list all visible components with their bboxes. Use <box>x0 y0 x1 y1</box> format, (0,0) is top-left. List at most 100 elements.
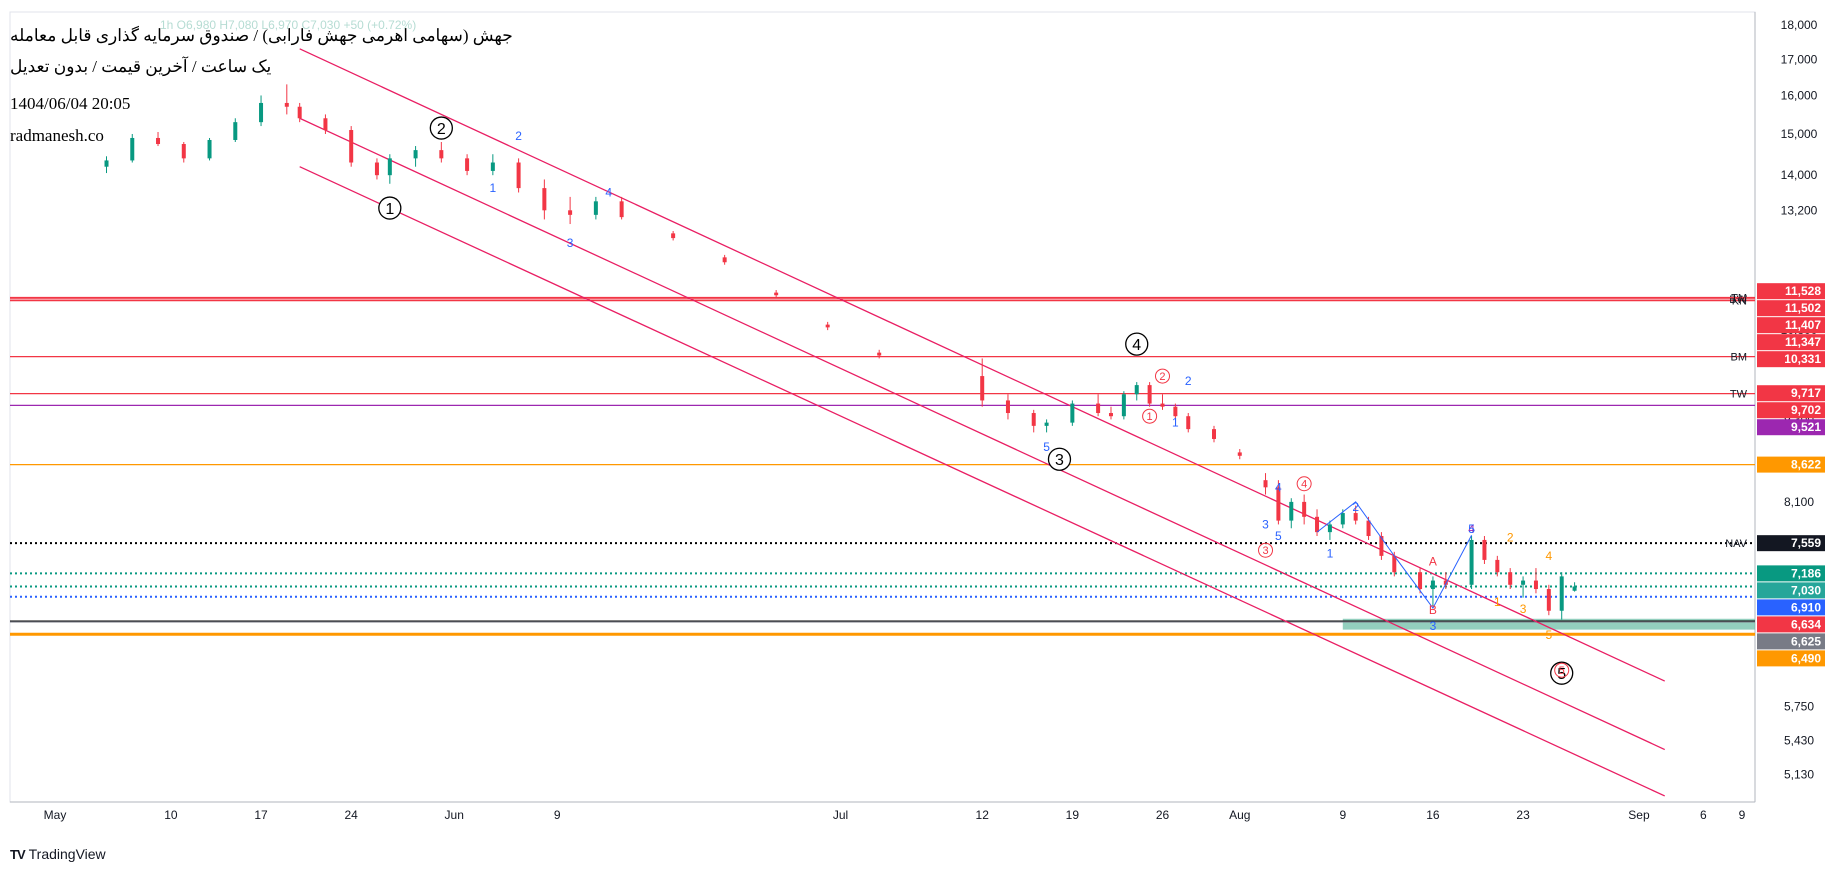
wave-label-27: 1 <box>1494 595 1501 609</box>
candle-body-8 <box>297 106 302 119</box>
candle-body-32 <box>1096 403 1101 414</box>
candle-body-42 <box>1263 480 1268 488</box>
price-tag-5: 9,717 <box>1791 386 1821 400</box>
candle-body-16 <box>490 162 495 171</box>
candle-body-36 <box>1147 385 1152 404</box>
wave-label-25: A <box>1429 555 1437 569</box>
channel-line-2 <box>299 117 1666 751</box>
candle-body-18 <box>542 188 547 211</box>
y-tick-label-0: 18,000 <box>1781 18 1818 32</box>
wave-label-29: 3 <box>1520 602 1527 616</box>
candle-body-61 <box>1533 580 1538 590</box>
candle-body-0 <box>104 160 109 167</box>
y-tick-label-1: 17,000 <box>1781 52 1818 66</box>
price-tag-13: 6,634 <box>1791 617 1821 631</box>
candle-body-58 <box>1495 559 1500 573</box>
price-tag-4: 10,331 <box>1784 352 1821 366</box>
candle-body-4 <box>207 139 212 159</box>
y-tick-label-8: 8,100 <box>1784 495 1814 509</box>
x-tick-label-11: 9 <box>1339 808 1346 822</box>
x-tick-label-2: 17 <box>254 808 268 822</box>
candle-body-59 <box>1508 572 1513 585</box>
price-tag-6: 9,702 <box>1791 403 1821 417</box>
candle-body-25 <box>825 324 830 328</box>
price-tag-8: 8,622 <box>1791 458 1821 472</box>
wave-label-3: 4 <box>1132 337 1141 354</box>
wave-label-24: 5 <box>1468 522 1475 536</box>
wave-label-31: 5 <box>1545 628 1552 642</box>
candle-body-7 <box>284 102 289 107</box>
price-tag-2: 11,407 <box>1785 318 1821 332</box>
candle-body-9 <box>323 118 328 131</box>
price-tag-11: 7,030 <box>1791 583 1821 597</box>
candle-body-56 <box>1469 539 1474 585</box>
candle-body-63 <box>1559 576 1564 611</box>
candle-body-37 <box>1160 403 1165 407</box>
candle-body-5 <box>233 122 238 140</box>
wave-label-28: 2 <box>1507 531 1514 545</box>
price-tag-3: 11,347 <box>1785 335 1821 349</box>
x-tick-label-4: Jun <box>445 808 464 822</box>
candle-body-46 <box>1315 516 1320 533</box>
candle-body-24 <box>774 292 779 296</box>
price-tag-7: 9,521 <box>1791 420 1821 434</box>
wave-label-6: 2 <box>1159 371 1165 383</box>
wave-label-22: 3 <box>1430 619 1437 633</box>
candle-body-53 <box>1418 572 1423 590</box>
level-label-bm: BM <box>1731 352 1748 364</box>
wave-label-18: 4 <box>1275 480 1282 494</box>
candle-body-23 <box>722 257 727 263</box>
candle-body-20 <box>593 201 598 215</box>
x-tick-label-6: Jul <box>833 808 848 822</box>
candle-body-11 <box>374 162 379 176</box>
candle-body-12 <box>387 158 392 176</box>
wave-label-9: 5 <box>1559 665 1565 677</box>
wave-label-0: 1 <box>385 201 394 218</box>
wave-label-14: 5 <box>1043 440 1050 454</box>
wave-label-19: 5 <box>1275 529 1282 543</box>
candle-body-62 <box>1546 589 1551 611</box>
candle-body-39 <box>1186 416 1191 430</box>
candle-body-19 <box>568 210 573 215</box>
x-tick-label-5: 9 <box>554 808 561 822</box>
price-tag-1: 11,502 <box>1785 301 1821 315</box>
price-chart[interactable]: KNBWTMBMTWNAV1234512345123451234512345AB… <box>0 0 1827 871</box>
candle-body-21 <box>619 201 624 218</box>
level-label-tm: TM <box>1731 292 1747 304</box>
price-tag-9: 7,559 <box>1791 536 1821 550</box>
x-tick-label-0: May <box>44 808 67 822</box>
tradingview-brand[interactable]: TV TradingView <box>10 846 106 862</box>
y-tick-label-3: 15,000 <box>1781 127 1818 141</box>
candle-body-48 <box>1340 513 1345 525</box>
x-tick-label-16: 9 <box>1739 808 1746 822</box>
price-tag-15: 6,490 <box>1791 651 1821 665</box>
candle-body-1 <box>130 137 135 161</box>
candle-body-54 <box>1430 580 1435 590</box>
x-tick-label-15: 6 <box>1700 808 1707 822</box>
candle-body-64 <box>1572 586 1577 591</box>
y-tick-label-2: 16,000 <box>1781 88 1818 102</box>
wave-label-11: 2 <box>515 129 522 143</box>
candle-body-47 <box>1327 524 1332 533</box>
candle-body-13 <box>413 150 418 159</box>
x-tick-label-1: 10 <box>164 808 178 822</box>
candle-body-22 <box>671 233 676 239</box>
wave-label-5: 1 <box>1147 411 1153 423</box>
wave-label-21: 2 <box>1352 500 1359 514</box>
candle-body-44 <box>1289 501 1294 521</box>
candle-body-57 <box>1482 539 1487 560</box>
candle-body-45 <box>1302 501 1307 517</box>
candle-body-30 <box>1044 422 1049 426</box>
candle-body-10 <box>349 130 354 163</box>
y-tick-label-11: 5,130 <box>1784 768 1814 782</box>
x-tick-label-7: 12 <box>976 808 990 822</box>
candle-body-60 <box>1521 580 1526 585</box>
x-tick-label-14: Sep <box>1628 808 1650 822</box>
y-tick-label-10: 5,430 <box>1784 734 1814 748</box>
candle-body-28 <box>1005 400 1010 414</box>
wave-label-30: 4 <box>1545 549 1552 563</box>
level-label-nav: NAV <box>1725 538 1747 550</box>
x-tick-label-8: 19 <box>1066 808 1080 822</box>
candle-body-34 <box>1121 394 1126 417</box>
candle-body-33 <box>1108 413 1113 417</box>
